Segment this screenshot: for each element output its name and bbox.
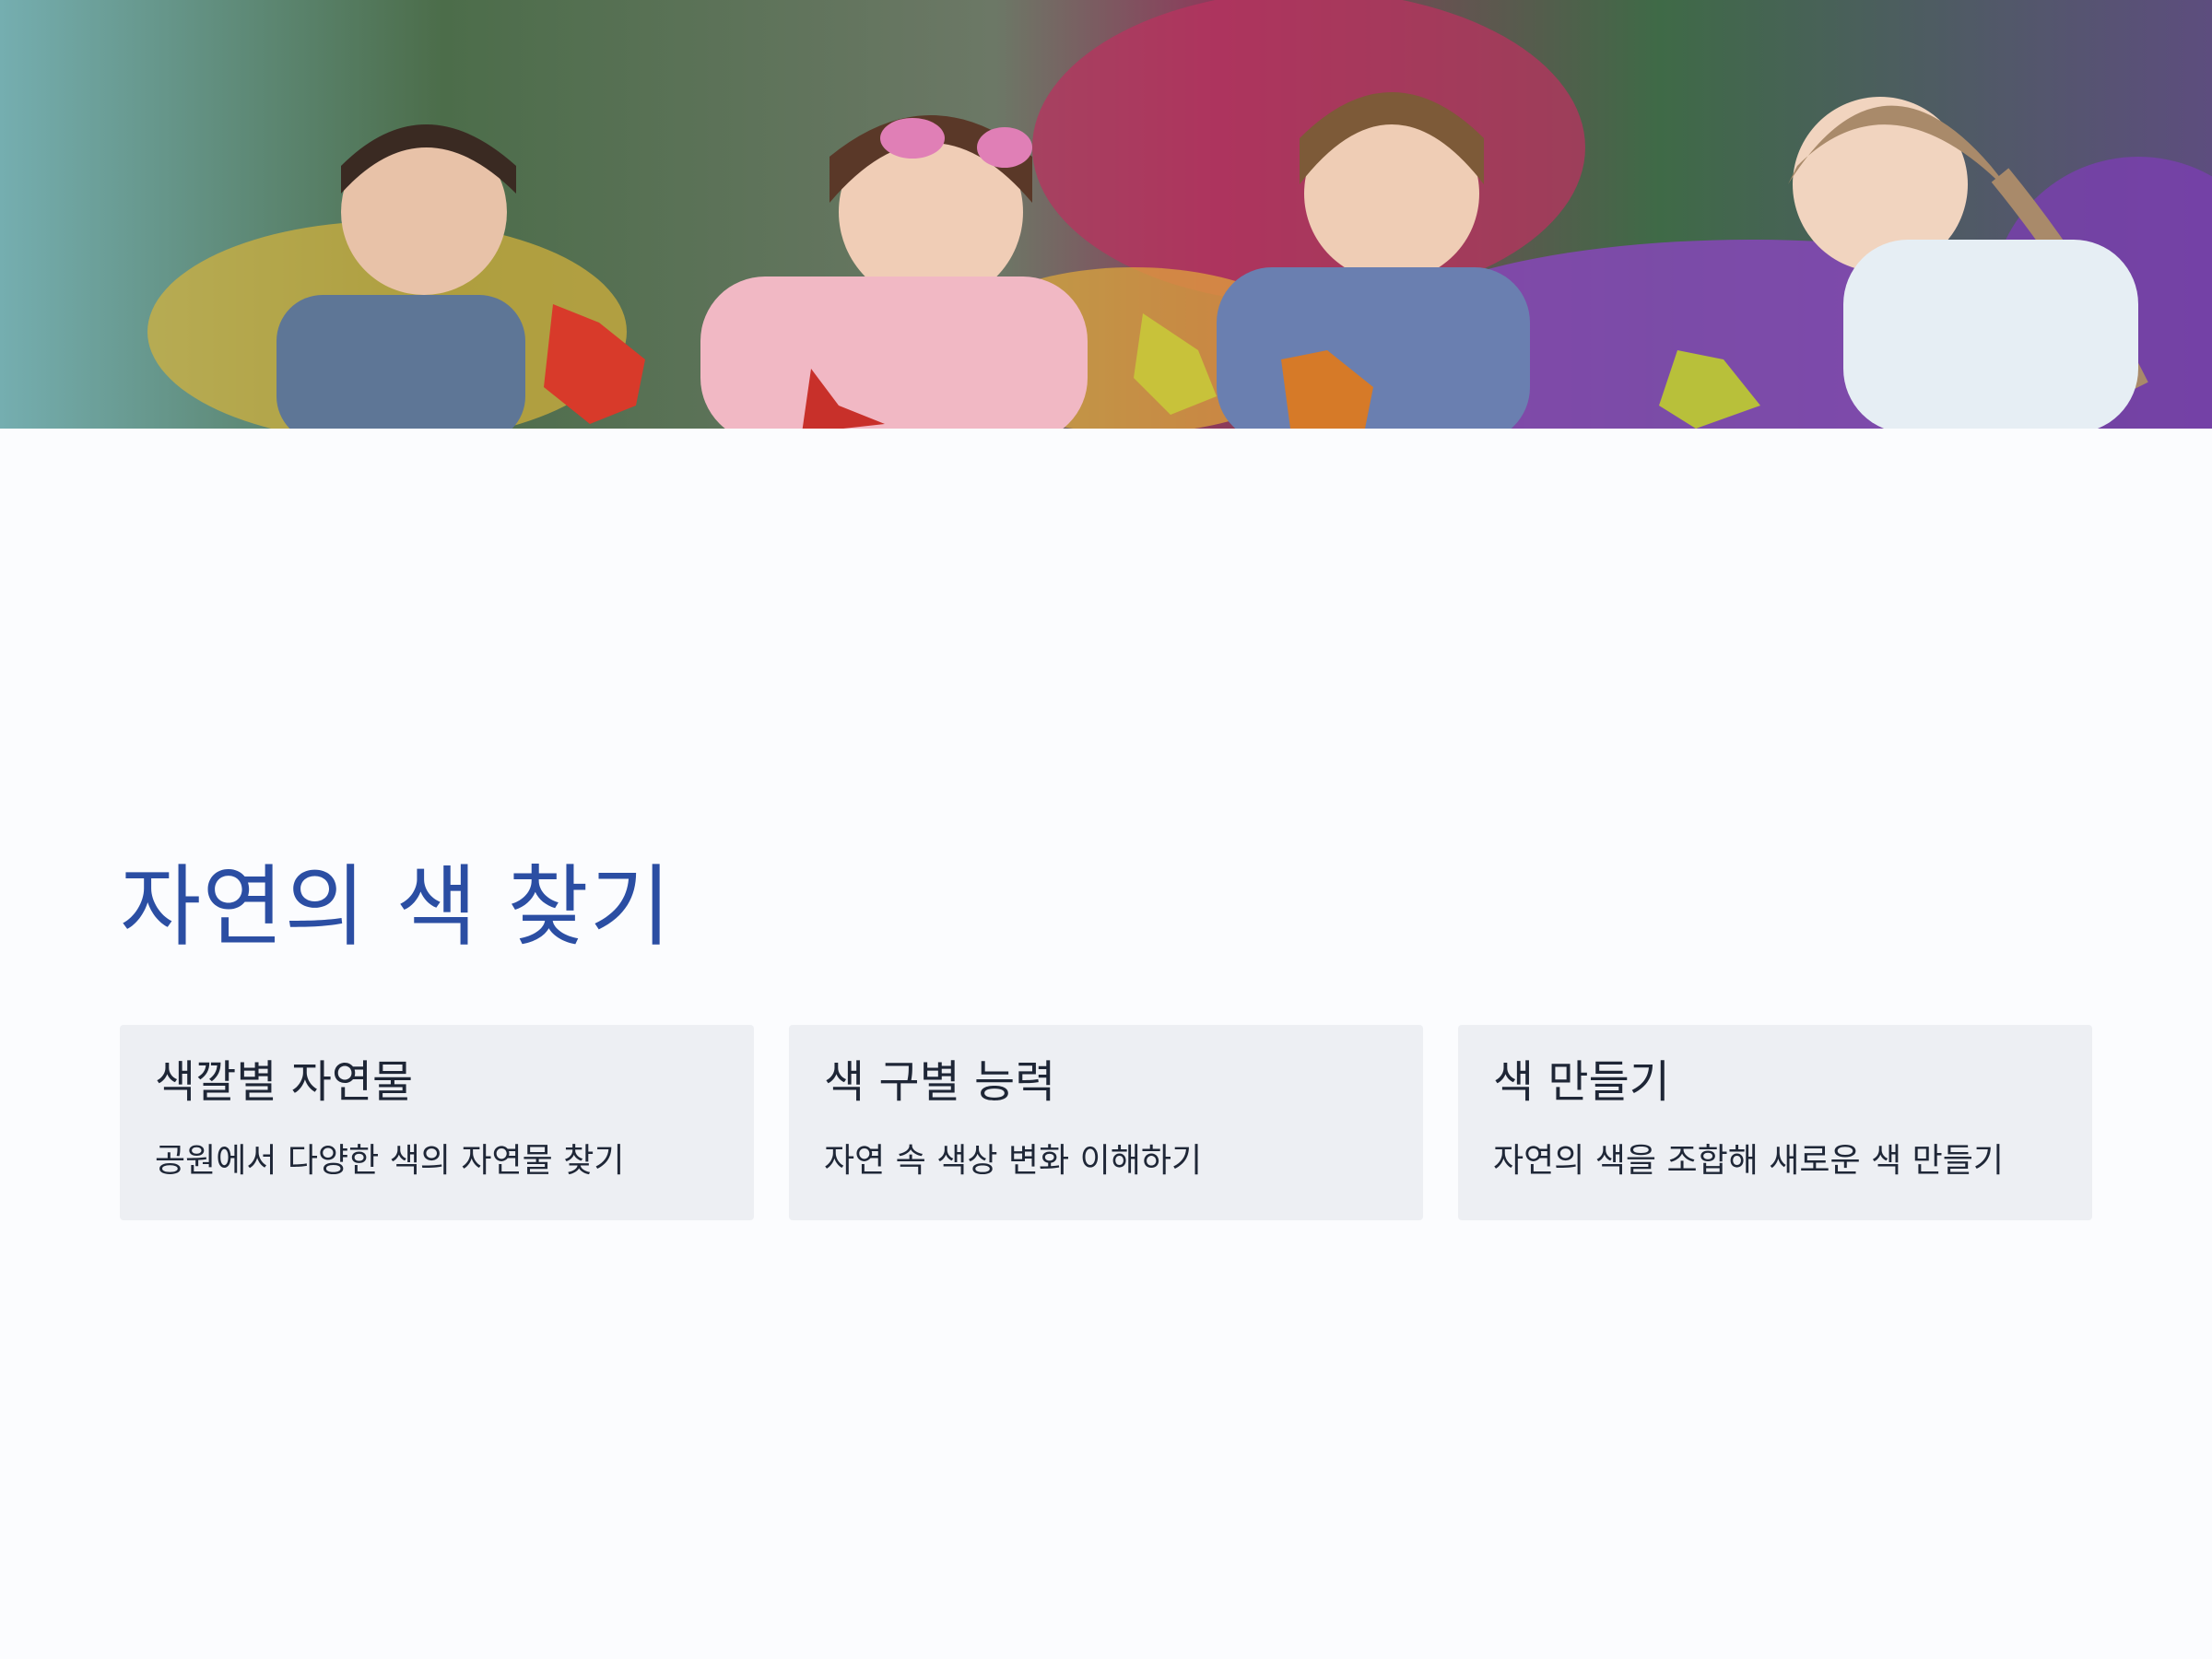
activity-card-color-making: 색 만들기 자연의 색을 조합해 새로운 색 만들기 bbox=[1458, 1025, 2092, 1220]
activity-card-color-nature: 색깔별 자연물 공원에서 다양한 색의 자연물 찾기 bbox=[120, 1025, 754, 1220]
card-description: 자연 속 색상 변화 이해하기 bbox=[824, 1141, 1203, 1180]
activity-card-color-distinction: 색 구별 능력 자연 속 색상 변화 이해하기 bbox=[789, 1025, 1423, 1220]
activity-cards: 색깔별 자연물 공원에서 다양한 색의 자연물 찾기 색 구별 능력 자연 속 … bbox=[120, 1025, 2092, 1220]
card-description: 공원에서 다양한 색의 자연물 찾기 bbox=[155, 1141, 625, 1180]
card-title: 색 만들기 bbox=[1493, 1056, 1670, 1108]
page-title: 자연의 색 찾기 bbox=[120, 855, 672, 959]
card-title: 색 구별 능력 bbox=[824, 1056, 1056, 1108]
card-title: 색깔별 자연물 bbox=[155, 1056, 414, 1108]
card-description: 자연의 색을 조합해 새로운 색 만들기 bbox=[1493, 1141, 2005, 1180]
hero-image bbox=[0, 0, 2212, 429]
hero-photo-illustration bbox=[0, 0, 2212, 429]
